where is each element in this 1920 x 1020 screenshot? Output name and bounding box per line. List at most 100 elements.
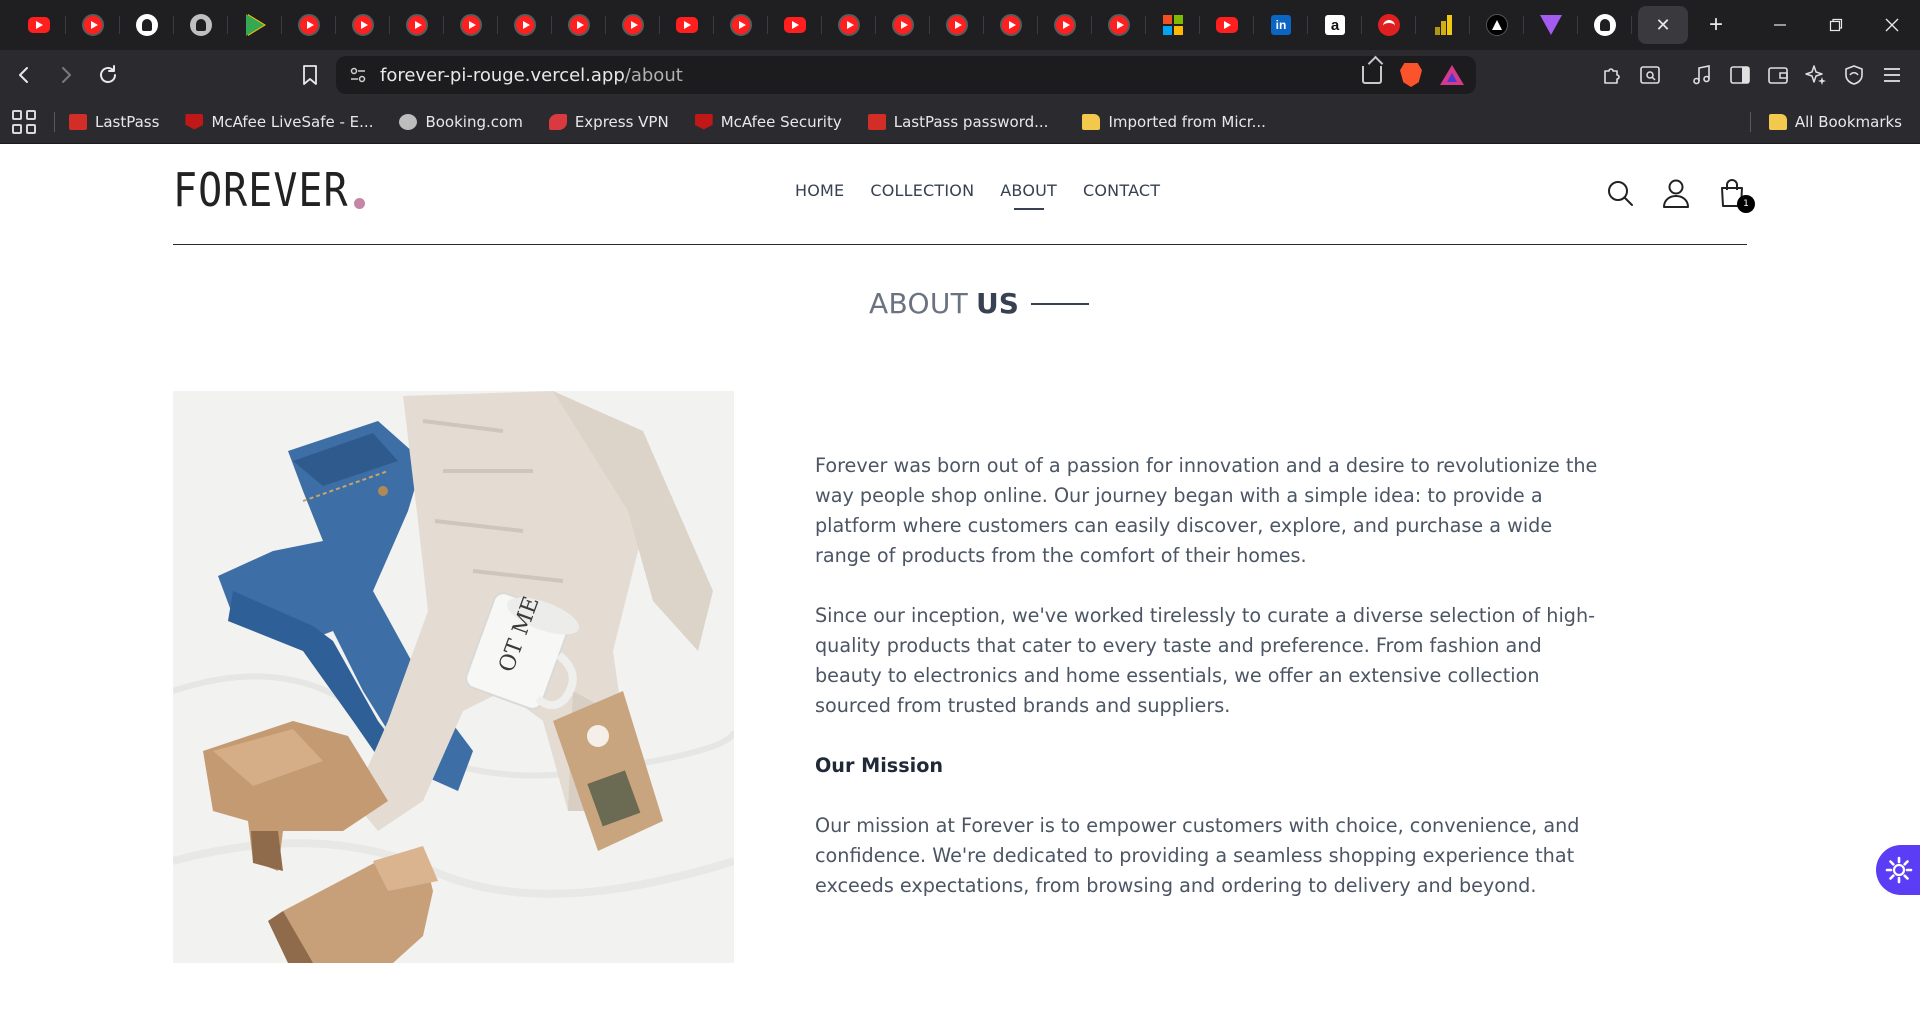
tab[interactable] [660, 0, 714, 50]
brave-rewards-icon[interactable] [1440, 65, 1464, 85]
restore-button[interactable] [1808, 0, 1864, 50]
bookmark-mcafee-livesafe[interactable]: McAfee LiveSafe - E... [185, 113, 373, 131]
profile-button[interactable] [1661, 177, 1691, 209]
url-host: forever-pi-rouge.vercel.app [380, 64, 625, 86]
bookmark-label: Booking.com [425, 112, 523, 131]
tab[interactable] [66, 0, 120, 50]
share-icon[interactable] [1362, 66, 1382, 84]
active-tab-close-button[interactable]: ✕ [1638, 6, 1688, 44]
youtube-icon [1216, 17, 1238, 33]
tab[interactable] [1146, 0, 1200, 50]
about-content: Forever was born out of a passion for in… [815, 451, 1605, 931]
menu-button[interactable] [1876, 57, 1908, 93]
minimize-button[interactable] [1752, 0, 1808, 50]
bookmark-mcafee-security[interactable]: McAfee Security [694, 112, 842, 131]
bookmark-booking[interactable]: Booking.com [399, 112, 523, 131]
tab[interactable] [606, 0, 660, 50]
mcafee-icon [694, 113, 713, 130]
wallet-button[interactable] [1762, 57, 1794, 93]
toolbar-actions [1596, 57, 1908, 93]
brave-shields-icon[interactable] [1400, 63, 1422, 87]
reader-icon [1640, 66, 1660, 84]
search-button[interactable] [1605, 177, 1635, 209]
all-bookmarks-group: All Bookmarks [1749, 100, 1902, 144]
linkedin-icon: in [1271, 15, 1291, 35]
tab[interactable] [228, 0, 282, 50]
bookmark-label: LastPass password... [893, 112, 1049, 131]
about-paragraph-1: Forever was born out of a passion for in… [815, 454, 1598, 567]
bookmark-label: Imported from Micr... [1108, 112, 1266, 131]
nav-about[interactable]: ABOUT [1000, 181, 1057, 200]
bookmark-label: McAfee LiveSafe - E... [211, 112, 374, 131]
bookmark-expressvpn[interactable]: Express VPN [548, 113, 669, 131]
tab[interactable] [1200, 0, 1254, 50]
tab[interactable] [1362, 0, 1416, 50]
youtube-icon [298, 14, 320, 36]
bookmark-lastpass-password[interactable]: LastPass password... [867, 112, 1049, 131]
new-tab-button[interactable]: + [1696, 5, 1736, 45]
tab[interactable] [174, 0, 228, 50]
sparkle-icon [1805, 65, 1826, 85]
vpn-button[interactable] [1838, 57, 1870, 93]
bookmark-lastpass[interactable]: LastPass [69, 113, 159, 131]
search-icon [1608, 181, 1633, 206]
tab[interactable] [282, 0, 336, 50]
tab[interactable] [1092, 0, 1146, 50]
tab[interactable] [714, 0, 768, 50]
all-bookmarks-button[interactable]: All Bookmarks [1768, 113, 1902, 131]
puzzle-icon [1604, 68, 1620, 84]
youtube-icon [676, 17, 698, 33]
cart-button[interactable]: 1 [1717, 177, 1755, 213]
youtube-icon [568, 14, 590, 36]
tab[interactable] [1524, 0, 1578, 50]
sidebar-button[interactable] [1724, 57, 1756, 93]
url-text[interactable]: forever-pi-rouge.vercel.app/about [380, 65, 683, 86]
tab[interactable] [120, 0, 174, 50]
apps-icon[interactable] [12, 109, 36, 134]
forward-button[interactable] [48, 57, 84, 93]
bookmarks-bar: LastPass McAfee LiveSafe - E... Booking.… [0, 100, 1920, 144]
tab[interactable] [876, 0, 930, 50]
media-button[interactable] [1686, 57, 1718, 93]
tab[interactable] [336, 0, 390, 50]
page-title: ABOUT US [0, 287, 1920, 320]
extensions-button[interactable] [1596, 57, 1628, 93]
bookmark-label: McAfee Security [720, 112, 842, 131]
tab[interactable] [822, 0, 876, 50]
close-window-button[interactable] [1864, 0, 1920, 50]
bookmark-page-button[interactable] [292, 57, 328, 93]
youtube-icon [784, 17, 806, 33]
tab[interactable]: a [1308, 0, 1362, 50]
bookmark-folder-imported[interactable]: Imported from Micr... [1082, 112, 1266, 131]
minimize-icon [1774, 24, 1786, 26]
reload-button[interactable] [90, 57, 126, 93]
tab[interactable] [444, 0, 498, 50]
nav-home[interactable]: HOME [795, 181, 844, 200]
nav-collection[interactable]: COLLECTION [870, 181, 974, 200]
tab[interactable] [768, 0, 822, 50]
tab[interactable] [984, 0, 1038, 50]
tab[interactable] [1470, 0, 1524, 50]
back-button[interactable] [6, 57, 42, 93]
address-bar[interactable]: forever-pi-rouge.vercel.app/about [336, 56, 1476, 94]
site-logo[interactable]: FOREVER [173, 164, 365, 218]
tab[interactable] [1416, 0, 1470, 50]
nav-contact[interactable]: CONTACT [1083, 181, 1160, 200]
folder-icon [1768, 114, 1787, 130]
youtube-icon [28, 17, 50, 33]
tab[interactable] [1578, 0, 1632, 50]
sidebar-icon [1730, 66, 1750, 84]
site-info-button[interactable] [336, 66, 380, 84]
leo-ai-button[interactable] [1800, 57, 1832, 93]
floating-settings-button[interactable] [1876, 845, 1920, 895]
tab[interactable] [552, 0, 606, 50]
tab[interactable] [1038, 0, 1092, 50]
tab[interactable]: in [1254, 0, 1308, 50]
tab[interactable] [390, 0, 444, 50]
microsoft-icon [1163, 15, 1183, 35]
tab[interactable] [12, 0, 66, 50]
reader-mode-button[interactable] [1634, 57, 1666, 93]
logo-text: FOREVER [173, 164, 349, 218]
tab[interactable] [930, 0, 984, 50]
tab[interactable] [498, 0, 552, 50]
